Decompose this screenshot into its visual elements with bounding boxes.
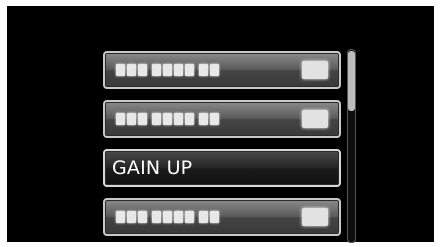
obscured-label <box>116 64 219 76</box>
menu-item-1[interactable] <box>103 51 341 89</box>
obscured-value <box>302 208 328 226</box>
obscured-value <box>302 110 328 128</box>
menu-item-gain-up[interactable]: GAIN UP <box>103 149 341 187</box>
obscured-label <box>116 211 219 223</box>
scrollbar-thumb[interactable] <box>348 51 355 111</box>
obscured-label <box>116 113 219 125</box>
obscured-value <box>302 61 328 79</box>
menu-item-4[interactable] <box>103 198 341 236</box>
scrollbar[interactable] <box>347 49 356 243</box>
camera-menu-screen: GAIN UP <box>7 6 434 243</box>
menu-item-2[interactable] <box>103 100 341 138</box>
menu-item-label: GAIN UP <box>112 157 193 179</box>
